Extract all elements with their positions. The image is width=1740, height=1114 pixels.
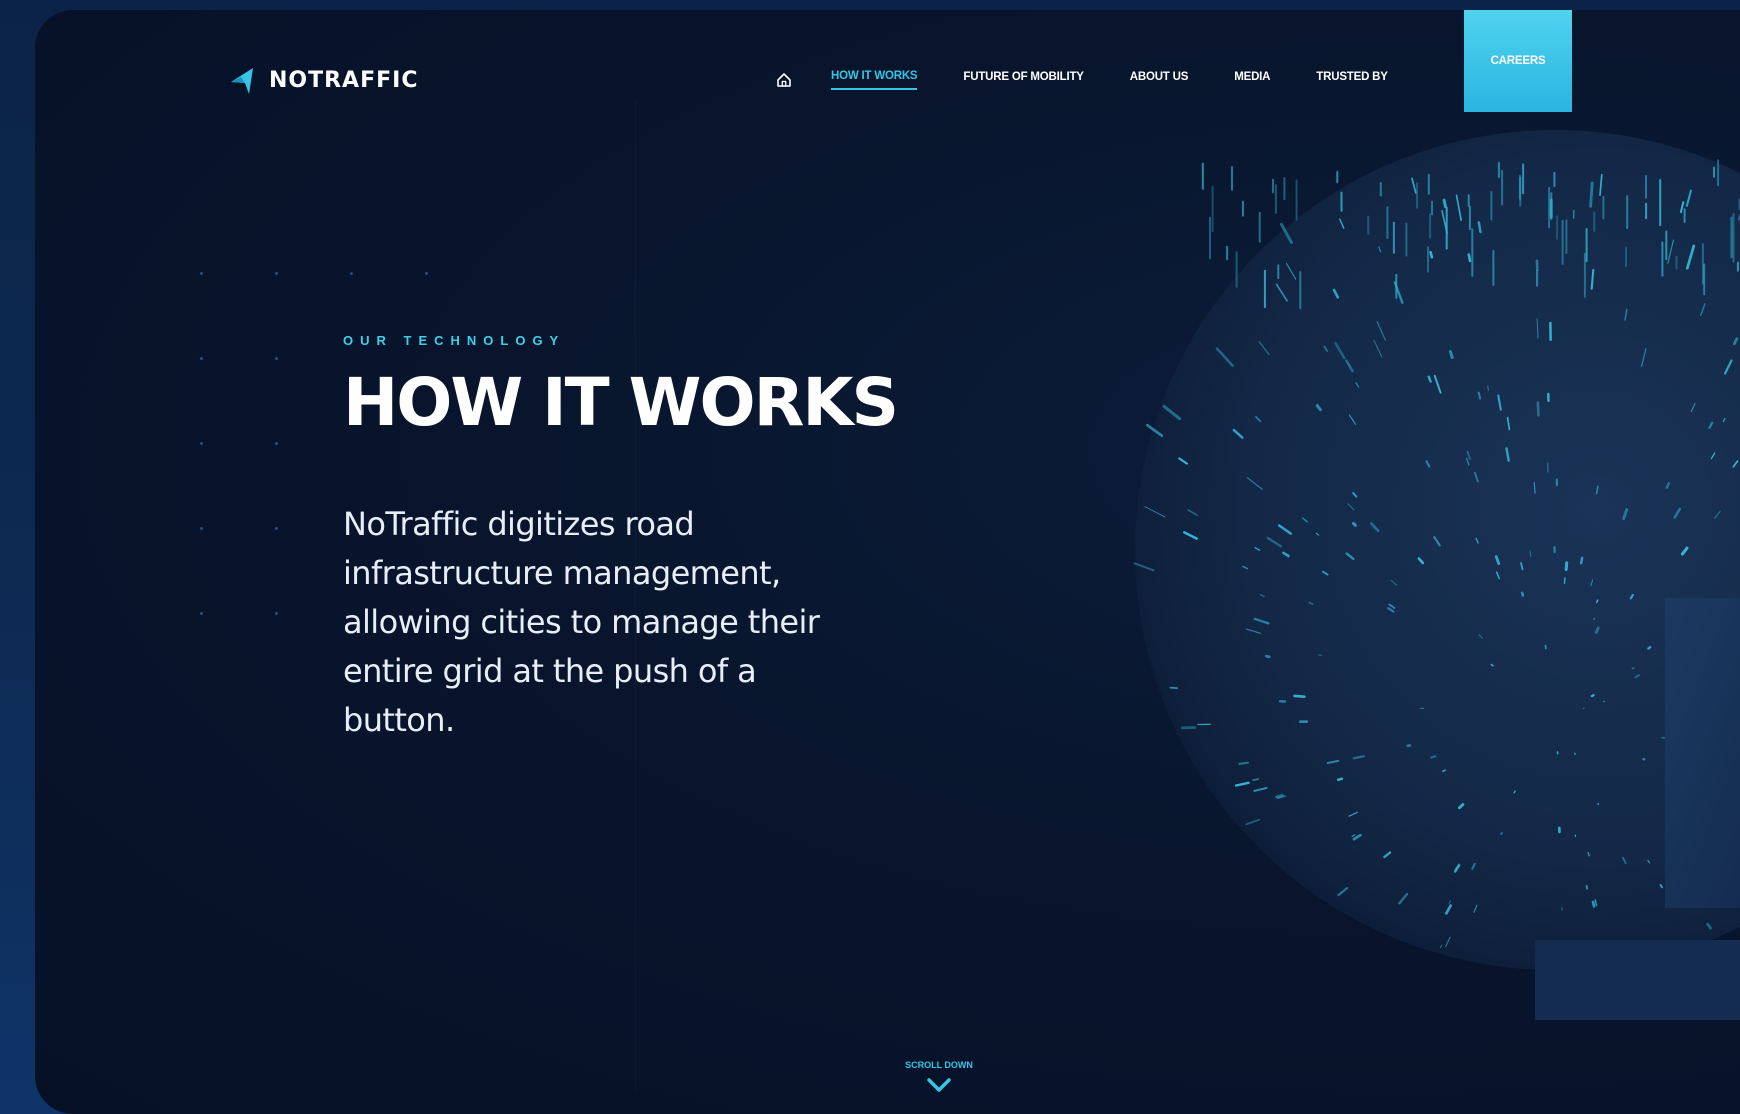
nav-item-future-of-mobility[interactable]: FUTURE OF MOBILITY <box>963 71 1084 89</box>
brand-name: NOTRAFFIC <box>269 67 419 93</box>
globe-spike <box>1590 694 1595 698</box>
globe-spike <box>1589 181 1594 208</box>
globe-spike <box>1661 736 1667 740</box>
nav-item-how-it-works[interactable]: HOW IT WORKS <box>831 70 918 90</box>
globe-spike <box>1642 757 1646 761</box>
globe-spike <box>1477 221 1482 234</box>
home-icon[interactable] <box>775 71 793 89</box>
globe-spike <box>1337 777 1344 781</box>
globe-spike <box>1593 617 1595 620</box>
pedestal-box-upper <box>1665 598 1740 908</box>
globe-spike <box>1587 851 1590 857</box>
globe-spike <box>1293 694 1306 699</box>
notraffic-logo-icon <box>231 68 253 94</box>
scroll-down[interactable]: SCROLL DOWN <box>884 1060 994 1094</box>
globe-spike <box>1596 599 1599 604</box>
section-eyebrow: OUR TECHNOLOGY <box>343 333 566 348</box>
nav-item-media[interactable]: MEDIA <box>1234 71 1270 89</box>
globe-spike <box>1564 561 1569 571</box>
globe-spike <box>1634 674 1641 679</box>
globe-spike <box>1594 626 1600 634</box>
globe-spike <box>1585 884 1589 890</box>
globe-spike <box>1597 802 1600 806</box>
globe-spike <box>1448 350 1454 360</box>
globe-spike <box>1265 654 1271 659</box>
globe-spike <box>1573 752 1576 755</box>
data-globe-illustration <box>1133 130 1740 1020</box>
globe-spike <box>1477 391 1482 400</box>
globe-spike <box>1513 790 1516 794</box>
main-nav: HOW IT WORKS FUTURE OF MOBILITY ABOUT US… <box>775 70 1434 90</box>
globe-spike <box>1238 761 1250 766</box>
globe-spike <box>1275 794 1284 799</box>
globe-spike <box>1659 884 1663 889</box>
pedestal-box-lower <box>1535 940 1740 1020</box>
nav-item-trusted-by[interactable]: TRUSTED BY <box>1316 71 1388 89</box>
globe-spike <box>1631 667 1635 670</box>
chevron-down-icon[interactable] <box>925 1076 953 1094</box>
globe-spike <box>1487 385 1490 391</box>
brand-logo[interactable]: NOTRAFFIC <box>227 62 418 98</box>
page-title: HOW IT WORKS <box>343 364 899 441</box>
globe-spike <box>1520 591 1525 597</box>
globe-spike <box>1500 831 1503 835</box>
hero-description: NoTraffic digitizes road infrastructure … <box>343 505 820 739</box>
globe-spike <box>1579 556 1584 565</box>
nav-item-about-us[interactable]: ABOUT US <box>1130 71 1189 89</box>
globe-spike <box>1591 900 1596 908</box>
globe-spike <box>1430 755 1437 759</box>
globe-spike <box>1318 654 1322 657</box>
globe-spike <box>1252 778 1259 782</box>
scroll-down-label: SCROLL DOWN <box>905 1060 973 1070</box>
globe-spike <box>1169 686 1178 689</box>
globe-spike <box>1665 482 1671 490</box>
page-frame: NOTRAFFIC HOW IT WORKS FUTURE OF MOBILIT… <box>35 10 1740 1114</box>
globe-spike <box>1490 663 1494 667</box>
globe-spike <box>1427 375 1432 383</box>
globe-spike <box>1647 645 1652 650</box>
careers-button[interactable]: CAREERS <box>1464 10 1572 112</box>
globe-spike <box>1442 198 1447 209</box>
globe-spike <box>1467 253 1472 263</box>
globe-spike <box>1352 521 1357 527</box>
globe-spike <box>1442 769 1447 773</box>
globe-spike <box>1536 401 1540 417</box>
globe-spike <box>1429 250 1434 259</box>
